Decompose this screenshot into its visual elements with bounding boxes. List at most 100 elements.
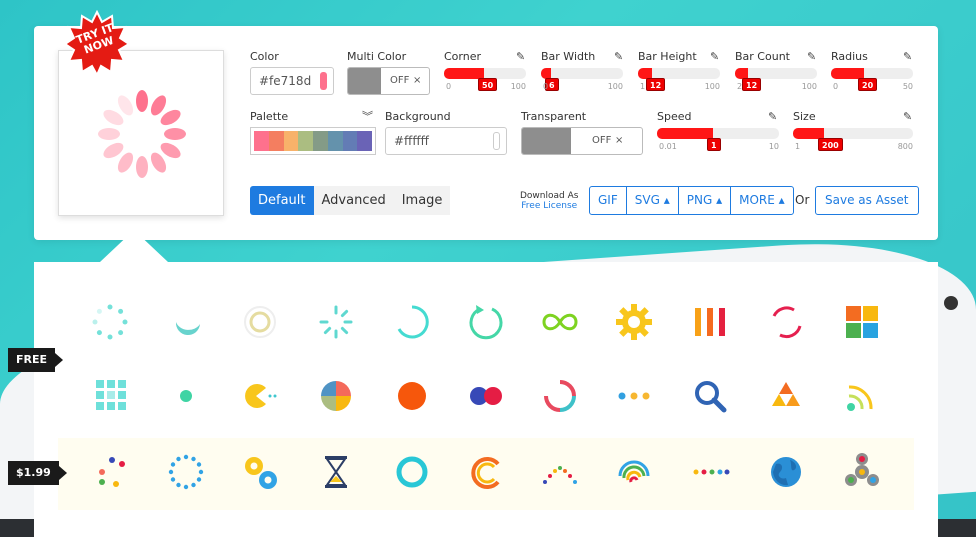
svg-button-label: SVG: [634, 193, 660, 207]
radius-slider[interactable]: 20 0 50: [831, 68, 913, 91]
slider-handle[interactable]: 50: [478, 78, 498, 91]
slider-max: 50: [902, 82, 913, 91]
speed-slider[interactable]: 1 0.01 10: [657, 128, 779, 151]
toggle-knob: [348, 68, 381, 94]
more-button[interactable]: MORE ▴: [731, 187, 793, 214]
bar-width-slider[interactable]: 6 0 100: [541, 68, 623, 91]
corner-slider[interactable]: 50 0 100: [444, 68, 526, 91]
gif-button[interactable]: GIF: [590, 187, 627, 214]
ring-pulse-icon[interactable]: [240, 302, 280, 342]
size-slider[interactable]: 200 1 800: [793, 128, 913, 151]
fidget-spinner-icon[interactable]: [842, 452, 882, 492]
palette-picker[interactable]: [250, 127, 376, 155]
palette-swatch: [342, 131, 358, 151]
color-dots-icon[interactable]: [690, 452, 730, 492]
pencil-icon[interactable]: ✎: [903, 110, 912, 123]
wave-dots-icon[interactable]: [540, 452, 580, 492]
color-swatch[interactable]: [320, 72, 327, 90]
teal-ring-icon[interactable]: [392, 452, 432, 492]
background-input[interactable]: #ffffff: [385, 127, 507, 155]
dotted-ring-icon[interactable]: [166, 452, 206, 492]
three-dots-icon[interactable]: [614, 376, 654, 416]
try-it-badge[interactable]: TRY IT NOW: [63, 9, 131, 78]
reload-icon[interactable]: [466, 302, 506, 342]
palette-swatch: [283, 131, 299, 151]
slider-max: 100: [510, 82, 526, 91]
caret-up-icon: ▴: [716, 193, 723, 207]
gear-icon[interactable]: [614, 302, 654, 342]
colorful-ring-icon[interactable]: [540, 376, 580, 416]
blocks-icon[interactable]: [842, 302, 882, 342]
toggle-x-icon: ×: [413, 75, 422, 86]
pencil-icon[interactable]: ✎: [516, 50, 525, 63]
svg-button[interactable]: SVG ▴: [627, 187, 679, 214]
multi-color-toggle[interactable]: OFF ×: [347, 67, 430, 95]
chevron-down-icon[interactable]: ︾: [362, 108, 373, 124]
slider-min: 1: [795, 142, 801, 151]
slider-handle[interactable]: 20: [858, 78, 878, 91]
dots-spinner-icon[interactable]: [90, 302, 130, 342]
size-label: Size: [793, 110, 816, 123]
magnifier-icon[interactable]: [690, 376, 730, 416]
caret-up-icon: ▴: [778, 193, 785, 207]
bar-count-slider[interactable]: 12 2 100: [735, 68, 817, 91]
slider-min: 0.01: [659, 142, 677, 151]
slider-max: 10: [768, 142, 779, 151]
layered-arc-icon[interactable]: [466, 452, 506, 492]
rainbow-icon[interactable]: [614, 452, 654, 492]
png-button[interactable]: PNG ▴: [679, 187, 732, 214]
palette-swatch: [313, 131, 328, 151]
grid-icon[interactable]: [92, 376, 132, 416]
bar-count-label: Bar Count: [735, 50, 790, 63]
bars-icon[interactable]: [690, 302, 730, 342]
pencil-icon[interactable]: ✎: [710, 50, 719, 63]
slider-handle[interactable]: 200: [818, 138, 843, 151]
save-as-asset-button[interactable]: Save as Asset: [815, 186, 919, 215]
slider-max: 100: [801, 82, 817, 91]
palette-label: Palette: [250, 110, 289, 123]
wifi-icon[interactable]: [842, 376, 882, 416]
download-buttons: GIF SVG ▴ PNG ▴ MORE ▴: [589, 186, 794, 215]
bar-height-slider[interactable]: 12 1 100: [638, 68, 720, 91]
pencil-icon[interactable]: ✎: [807, 50, 816, 63]
slider-handle[interactable]: 12: [646, 78, 666, 91]
gears-icon[interactable]: [240, 452, 280, 492]
pacman-icon[interactable]: [240, 376, 280, 416]
free-license-link[interactable]: Free License: [520, 201, 578, 211]
pie-icon[interactable]: [316, 376, 356, 416]
slider-max: 100: [704, 82, 720, 91]
pencil-icon[interactable]: ✎: [903, 50, 912, 63]
scroll-dot[interactable]: [944, 296, 958, 310]
speed-label: Speed: [657, 110, 692, 123]
two-balls-icon[interactable]: [466, 376, 506, 416]
tab-image[interactable]: Image: [393, 186, 451, 215]
toggle-knob: [522, 128, 571, 154]
download-label: Download As Free License: [520, 191, 578, 211]
download-as-text: Download As: [520, 191, 579, 201]
slider-min: 0: [446, 82, 452, 91]
color-input[interactable]: #fe718d: [250, 67, 334, 95]
transparent-toggle[interactable]: OFF ×: [521, 127, 643, 155]
scattered-dots-icon[interactable]: [92, 452, 132, 492]
color-label: Color: [250, 50, 279, 63]
orange-ball-icon[interactable]: [392, 376, 432, 416]
more-button-label: MORE: [739, 193, 775, 207]
slider-handle[interactable]: 12: [742, 78, 762, 91]
infinity-icon[interactable]: [540, 302, 580, 342]
arc-spinner-icon[interactable]: [392, 302, 432, 342]
slider-handle[interactable]: 1: [707, 138, 721, 151]
tab-advanced[interactable]: Advanced: [313, 186, 394, 215]
pencil-icon[interactable]: ✎: [768, 110, 777, 123]
eclipse-icon[interactable]: [168, 302, 208, 342]
spinner-bars-icon[interactable]: [316, 302, 356, 342]
pencil-icon[interactable]: ✎: [614, 50, 623, 63]
triangles-icon[interactable]: [766, 376, 806, 416]
dual-arc-icon[interactable]: [766, 302, 806, 342]
pulse-dot-icon[interactable]: [166, 376, 206, 416]
tab-default[interactable]: Default: [250, 186, 314, 215]
hourglass-icon[interactable]: [316, 452, 356, 492]
globe-icon[interactable]: [766, 452, 806, 492]
background-swatch[interactable]: [493, 132, 500, 150]
toggle-state: OFF: [592, 135, 612, 146]
radius-label: Radius: [831, 50, 868, 63]
